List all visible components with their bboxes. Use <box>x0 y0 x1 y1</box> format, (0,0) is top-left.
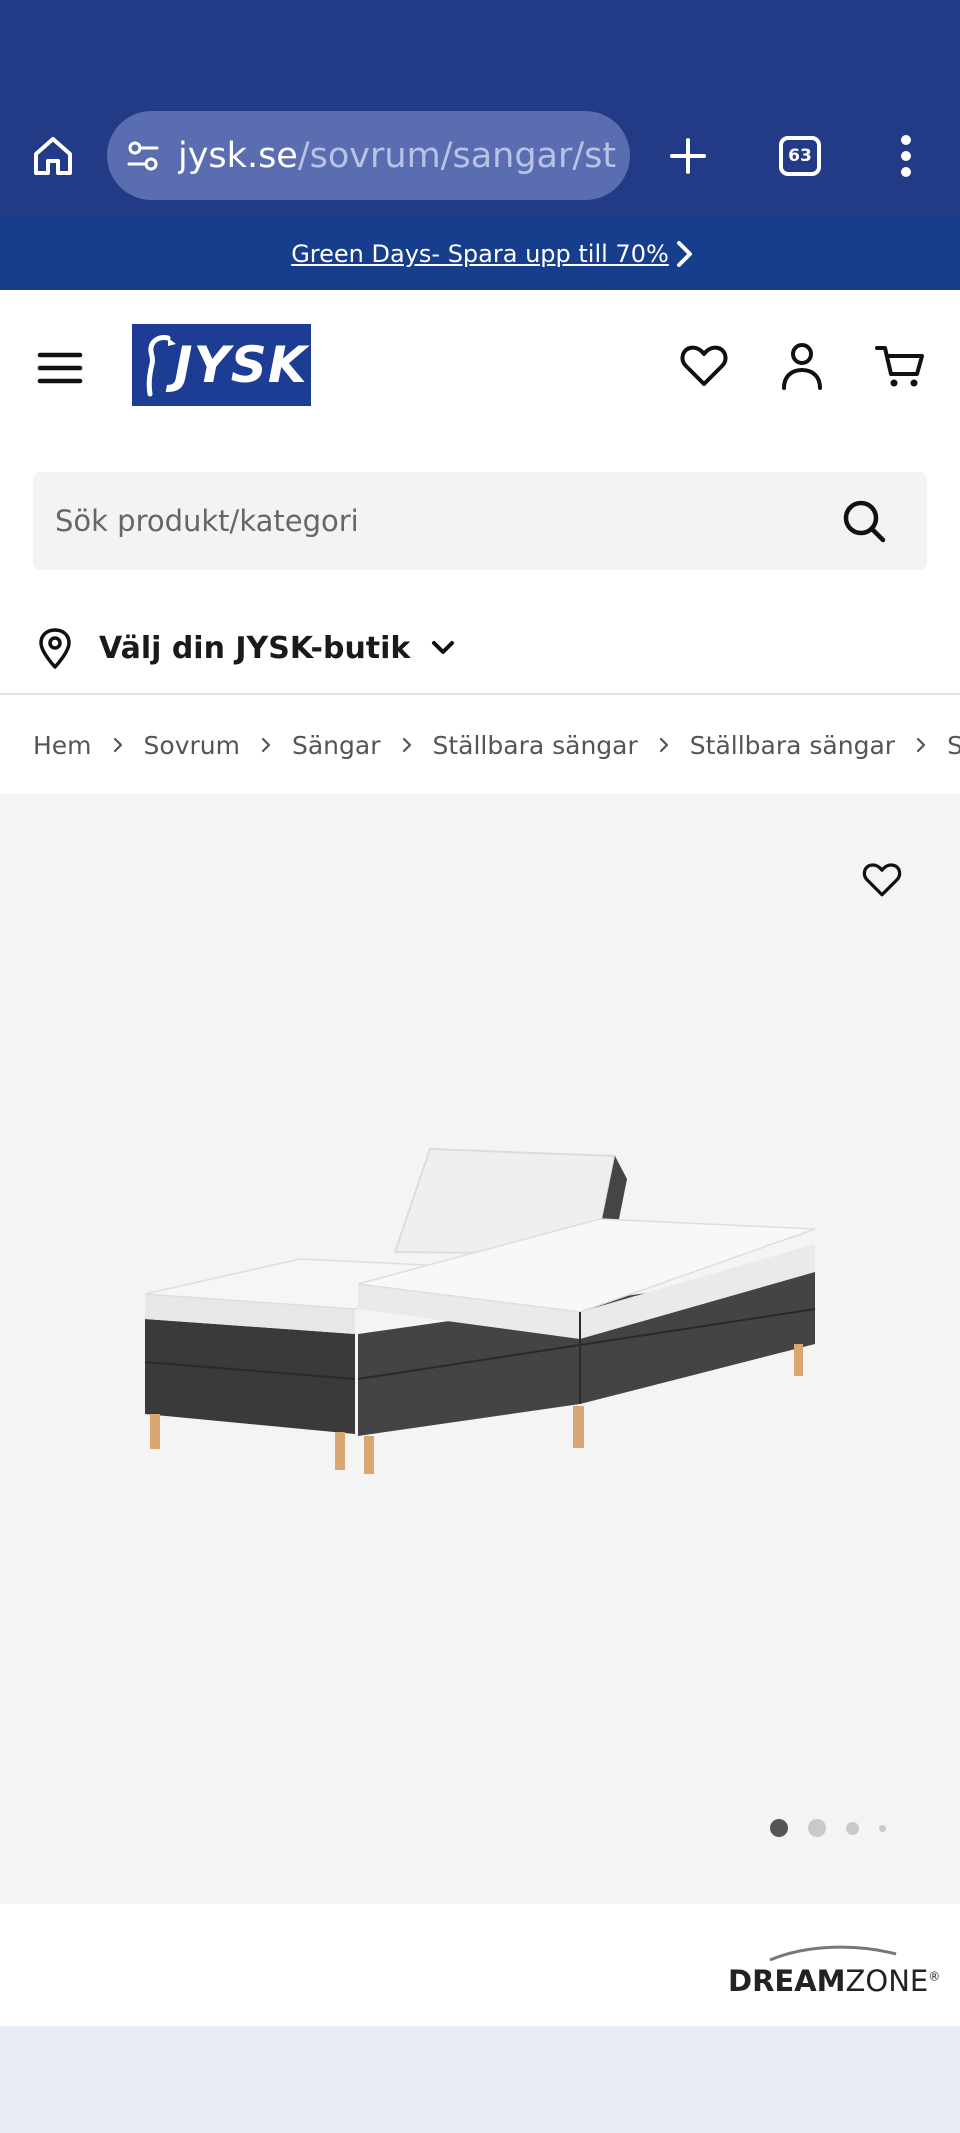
tab-count: 63 <box>779 136 821 176</box>
chevron-right-icon <box>658 734 670 756</box>
chevron-right-icon <box>401 734 413 756</box>
new-tab-button[interactable] <box>658 120 718 192</box>
bottom-section <box>0 2026 960 2133</box>
url-host: jysk.se <box>178 135 298 176</box>
chevron-down-icon <box>428 633 458 663</box>
location-pin-icon <box>33 626 77 670</box>
logo-text: JYSK <box>174 336 308 394</box>
search-field[interactable]: Sök produkt/kategori <box>33 472 927 570</box>
account-button[interactable] <box>774 338 830 394</box>
user-icon <box>782 343 822 390</box>
hamburger-menu-icon[interactable] <box>34 342 86 394</box>
tab-switcher-button[interactable]: 63 <box>770 124 830 188</box>
search-icon[interactable] <box>841 498 887 544</box>
dreamzone-logo: DREAMZONE® <box>728 1944 940 2000</box>
gallery-dot-1[interactable] <box>770 1819 788 1837</box>
breadcrumb-item-sovrum[interactable]: Sovrum <box>144 731 240 760</box>
divider <box>0 693 960 695</box>
chevron-right-icon <box>260 734 272 756</box>
promo-link[interactable]: Green Days- Spara upp till 70% <box>291 240 669 268</box>
home-icon <box>34 137 72 175</box>
address-bar[interactable]: jysk.se/sovrum/sangar/stallb <box>107 111 630 200</box>
jysk-logo[interactable]: JYSK <box>132 324 311 406</box>
bird-logo-icon <box>146 335 176 397</box>
add-to-favorites-button[interactable] <box>856 854 908 906</box>
wishlist-button[interactable] <box>676 338 732 394</box>
registered-mark: ® <box>928 1969 941 1984</box>
store-selector[interactable]: Välj din JYSK-butik <box>33 620 458 676</box>
search-placeholder: Sök produkt/kategori <box>55 504 359 538</box>
dreamzone-swoosh-icon <box>769 1945 897 1962</box>
breadcrumb-item-stallbara-sangar[interactable]: Ställbara sängar <box>433 731 638 760</box>
breadcrumb-item-stallbara-sangar-2[interactable]: Ställbara sängar <box>690 731 895 760</box>
product-gallery[interactable] <box>0 794 960 1904</box>
url-text: jysk.se/sovrum/sangar/stallb <box>178 136 618 176</box>
plus-icon <box>670 138 706 174</box>
breadcrumb-item-hem[interactable]: Hem <box>33 731 92 760</box>
heart-icon <box>680 345 728 386</box>
cart-button[interactable] <box>872 338 928 394</box>
brand-section: DREAMZONE® <box>0 1904 960 2026</box>
dreamzone-regular: ZONE <box>845 1964 929 1998</box>
heart-icon <box>862 863 902 897</box>
chevron-right-icon <box>915 734 927 756</box>
site-settings-icon[interactable] <box>123 136 163 176</box>
chevron-right-icon <box>112 734 124 756</box>
home-button[interactable] <box>20 120 86 192</box>
gallery-dot-4[interactable] <box>879 1824 886 1832</box>
breadcrumb-item-truncated[interactable]: S <box>947 731 960 760</box>
breadcrumb-item-sangar[interactable]: Sängar <box>292 731 381 760</box>
promo-banner: Green Days- Spara upp till 70% <box>0 218 960 290</box>
store-label: Välj din JYSK-butik <box>99 630 411 666</box>
product-image-adjustable-bed <box>144 1147 816 1474</box>
browser-menu-button[interactable] <box>885 124 927 188</box>
gallery-pagination <box>770 1818 906 1838</box>
gallery-dot-3[interactable] <box>846 1821 859 1835</box>
browser-toolbar: jysk.se/sovrum/sangar/stallb 63 <box>0 0 960 218</box>
cart-icon <box>875 346 924 387</box>
site-header: JYSK <box>0 290 960 440</box>
dreamzone-bold: DREAM <box>728 1964 846 1998</box>
gallery-dot-2[interactable] <box>808 1819 826 1837</box>
breadcrumb: Hem Sovrum Sängar Ställbara sängar Ställ… <box>33 720 960 770</box>
dreamzone-wordmark: DREAMZONE® <box>728 1964 940 1998</box>
url-path: /sovrum/sangar/stallb <box>297 135 618 176</box>
more-vertical-icon <box>901 135 911 177</box>
chevron-right-icon[interactable] <box>670 238 700 270</box>
